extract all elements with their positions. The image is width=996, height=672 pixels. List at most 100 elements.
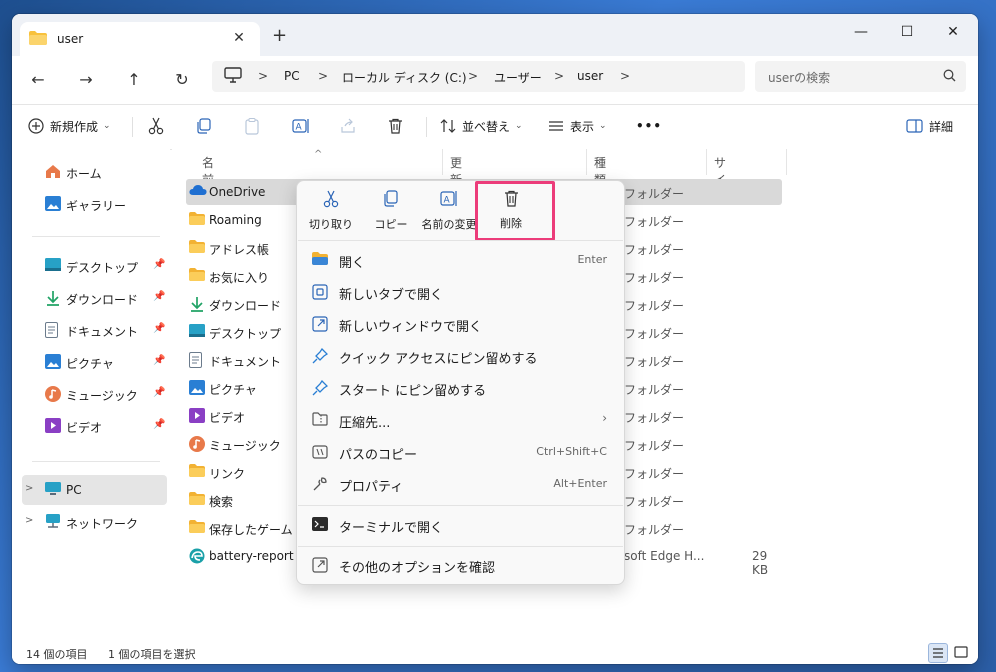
sidebar-item-pc[interactable]: > PC [22,475,167,505]
rename-icon: A [440,191,457,206]
desktop-icon [45,258,61,274]
column-divider[interactable] [786,149,787,175]
menu-item-label: ターミナルで開く [339,521,444,536]
file-name: ピクチャ [209,383,257,397]
refresh-icon[interactable]: ↻ [170,68,194,92]
menu-item-copy-path[interactable]: パスのコピー Ctrl+Shift+C [301,437,620,467]
menu-item-pin-quick-access[interactable]: クイック アクセスにピン留めする [301,341,620,371]
menu-item-open-terminal[interactable]: ターミナルで開く [301,510,620,540]
sidebar-item-network[interactable]: > ネットワーク [22,507,167,537]
menu-item-open[interactable]: 開く Enter [301,245,620,275]
file-type: フォルダー [624,495,685,509]
zip-folder-icon [312,412,328,429]
context-cut-button[interactable]: 切り取り [307,190,355,236]
column-divider[interactable] [586,149,587,175]
chevron-right-icon: › [602,411,607,425]
breadcrumb-local-disk[interactable]: ローカル ディスク (C:) [342,69,467,86]
file-name: アドレス帳 [209,243,270,257]
minimize-button[interactable]: — [838,18,884,46]
menu-item-more-options[interactable]: その他のオプションを確認 [301,550,620,580]
view-button[interactable]: 表示 ⌄ [548,115,607,137]
share-button[interactable] [340,115,362,137]
forward-icon[interactable]: → [74,68,98,92]
sort-button[interactable]: 並べ替え ⌄ [440,115,523,137]
pin-icon[interactable]: 📌 [153,355,165,366]
back-icon[interactable]: ← [26,68,50,92]
menu-separator [298,546,623,547]
new-tab-button[interactable]: + [272,27,287,45]
details-pane-button[interactable]: 詳細 [906,115,953,137]
sidebar-item-gallery[interactable]: ギャラリー [22,189,167,219]
copy-button[interactable] [196,115,218,137]
rename-button[interactable]: A [292,115,316,137]
sidebar-item-pictures[interactable]: ピクチャ 📌 [22,347,167,377]
delete-button[interactable] [388,115,409,137]
picture-icon [189,380,205,398]
menu-item-label: パスのコピー [339,448,418,463]
search-input[interactable]: userの検索 [755,61,966,92]
document-icon [45,322,58,341]
menu-item-open-new-window[interactable]: 新しいウィンドウで開く [301,309,620,339]
share-icon [341,118,355,133]
context-menu: 切り取り コピー A 名前の変更 削除 開く Enter 新しいタブで開く 新し… [296,180,625,585]
folder-open-icon [312,252,328,268]
title-bar: user ✕ + — ☐ ✕ [12,14,978,56]
plus-circle-icon [28,118,44,134]
paste-icon [245,117,259,135]
menu-item-pin-start[interactable]: スタート にピン留めする [301,373,620,403]
pin-icon[interactable]: 📌 [153,323,165,334]
menu-item-label: プロパティ [339,480,404,495]
pin-icon[interactable]: 📌 [153,259,165,270]
menu-item-properties[interactable]: プロパティ Alt+Enter [301,469,620,499]
menu-item-shortcut: Ctrl+Shift+C [536,445,607,458]
gallery-icon [45,196,61,214]
sidebar-item-desktop[interactable]: デスクトップ 📌 [22,251,167,281]
document-icon [189,352,202,371]
close-button[interactable]: ✕ [930,18,976,46]
chevron-down-icon: ⌄ [515,121,523,131]
sidebar-item-home[interactable]: ホーム [22,157,167,187]
sidebar-item-videos[interactable]: ビデオ 📌 [22,411,167,441]
sidebar-item-downloads[interactable]: ダウンロード 📌 [22,283,167,313]
video-icon [189,408,205,426]
details-view-button[interactable] [928,643,948,663]
pin-icon[interactable]: 📌 [153,291,165,302]
item-count: 14 個の項目 [26,648,88,661]
cloud-icon [189,184,207,199]
chevron-right-icon[interactable]: > [620,69,630,83]
breadcrumb-pc[interactable]: PC [284,69,300,83]
menu-item-label: 開く [339,256,366,271]
sidebar-item-label: ドキュメント [66,325,139,339]
menu-item-compress[interactable]: 圧縮先... › [301,405,620,435]
breadcrumb-user[interactable]: user [577,69,603,83]
pin-icon[interactable]: 📌 [153,419,165,430]
paste-button[interactable] [244,115,266,137]
context-rename-button[interactable]: A 名前の変更 [417,190,481,236]
column-divider[interactable] [442,149,443,175]
tiles-view-button[interactable] [952,643,972,663]
cut-button[interactable] [148,115,170,137]
column-divider[interactable] [706,149,707,175]
new-button[interactable]: 新規作成 ⌄ [28,115,111,137]
file-type: フォルダー [624,327,685,341]
file-name: お気に入り [209,271,270,285]
pin-icon[interactable]: 📌 [153,387,165,398]
tab-close-icon[interactable]: ✕ [231,30,247,46]
file-type: フォルダー [624,243,685,257]
up-icon[interactable]: ↑ [122,68,146,92]
chevron-right-icon[interactable]: > [25,483,33,494]
chevron-right-icon[interactable]: > [25,515,33,526]
new-tab-icon [312,284,328,303]
menu-item-open-new-tab[interactable]: 新しいタブで開く [301,277,620,307]
breadcrumb-users[interactable]: ユーザー [494,69,542,86]
view-label: 表示 [570,119,595,134]
folder-icon [29,31,47,48]
more-options-button[interactable]: ••• [636,115,662,137]
sidebar-item-documents[interactable]: ドキュメント 📌 [22,315,167,345]
sidebar-item-music[interactable]: ミュージック 📌 [22,379,167,409]
sidebar-item-label: ギャラリー [66,199,127,213]
maximize-button[interactable]: ☐ [884,18,930,46]
address-bar[interactable]: > PC > ローカル ディスク (C:) > ユーザー > user > [212,61,745,92]
tab-user[interactable]: user ✕ [20,22,260,56]
context-copy-button[interactable]: コピー [369,190,413,236]
